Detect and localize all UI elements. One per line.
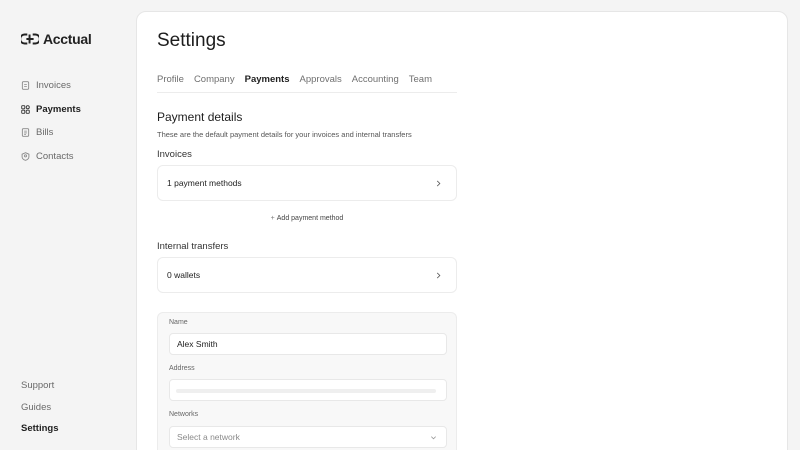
add-method-label: Add payment method	[276, 215, 344, 222]
main-panel: Settings Profile Company Payments Approv…	[136, 11, 788, 450]
invoices-label: Invoices	[157, 149, 192, 160]
internal-transfers-label: Internal transfers	[157, 241, 229, 252]
sidebar-item-invoices[interactable]: Invoices	[21, 74, 81, 98]
invoices-summary: 1 payment methods	[167, 178, 242, 188]
tab-accounting[interactable]: Accounting	[352, 68, 399, 93]
payment-form-card: Name Alex Smith Address Networks Select …	[157, 312, 457, 450]
brand-logo[interactable]: Acctual	[21, 31, 92, 47]
address-label: Address	[169, 365, 195, 372]
sidebar-item-guides[interactable]: Guides	[21, 397, 58, 419]
contact-badge-icon	[21, 151, 30, 161]
sidebar: Acctual Invoices Payments Bills Contacts…	[0, 0, 136, 450]
brand-name: Acctual	[43, 31, 92, 47]
sidebar-footer: Support Guides Settings	[21, 375, 58, 440]
chevron-right-icon	[436, 180, 441, 186]
tabs-divider	[157, 92, 457, 93]
sidebar-item-contacts[interactable]: Contacts	[21, 145, 81, 169]
chevron-down-icon	[431, 435, 436, 439]
name-label: Name	[169, 319, 188, 326]
sidebar-item-label: Bills	[36, 127, 54, 139]
sidebar-item-bills[interactable]: Bills	[21, 121, 81, 145]
sidebar-item-settings[interactable]: Settings	[21, 418, 58, 440]
sidebar-item-support[interactable]: Support	[21, 375, 58, 397]
section-title: Payment details	[157, 110, 243, 124]
sidebar-item-label: Invoices	[36, 80, 71, 92]
grid-icon	[21, 105, 30, 114]
sidebar-item-payments[interactable]: Payments	[21, 98, 81, 122]
sidebar-nav: Invoices Payments Bills Contacts	[21, 74, 81, 168]
invoices-payment-methods-row[interactable]: 1 payment methods	[157, 165, 457, 201]
sidebar-item-label: Contacts	[36, 150, 74, 162]
networks-placeholder: Select a network	[177, 432, 240, 442]
add-payment-method-button[interactable]: + Add payment method	[157, 215, 457, 222]
tab-payments[interactable]: Payments	[244, 68, 290, 93]
networks-label: Networks	[169, 411, 199, 418]
acctual-logo-icon	[21, 33, 39, 45]
tab-company[interactable]: Company	[194, 68, 235, 93]
wallets-summary: 0 wallets	[167, 270, 201, 280]
tab-profile[interactable]: Profile	[157, 68, 184, 93]
networks-select[interactable]: Select a network	[169, 426, 447, 448]
chevron-right-icon	[436, 272, 441, 278]
file-icon	[21, 81, 30, 90]
page-title: Settings	[157, 30, 226, 51]
name-field[interactable]: Alex Smith	[169, 333, 447, 355]
section-description: These are the default payment details fo…	[157, 130, 412, 139]
settings-tabs: Profile Company Payments Approvals Accou…	[157, 68, 442, 93]
address-field[interactable]	[169, 379, 447, 401]
internal-transfers-wallets-row[interactable]: 0 wallets	[157, 257, 457, 293]
tab-team[interactable]: Team	[409, 68, 432, 93]
plus-icon: +	[270, 215, 275, 222]
tab-approvals[interactable]: Approvals	[300, 68, 342, 93]
document-icon	[21, 128, 30, 137]
sidebar-item-label: Payments	[36, 103, 81, 115]
